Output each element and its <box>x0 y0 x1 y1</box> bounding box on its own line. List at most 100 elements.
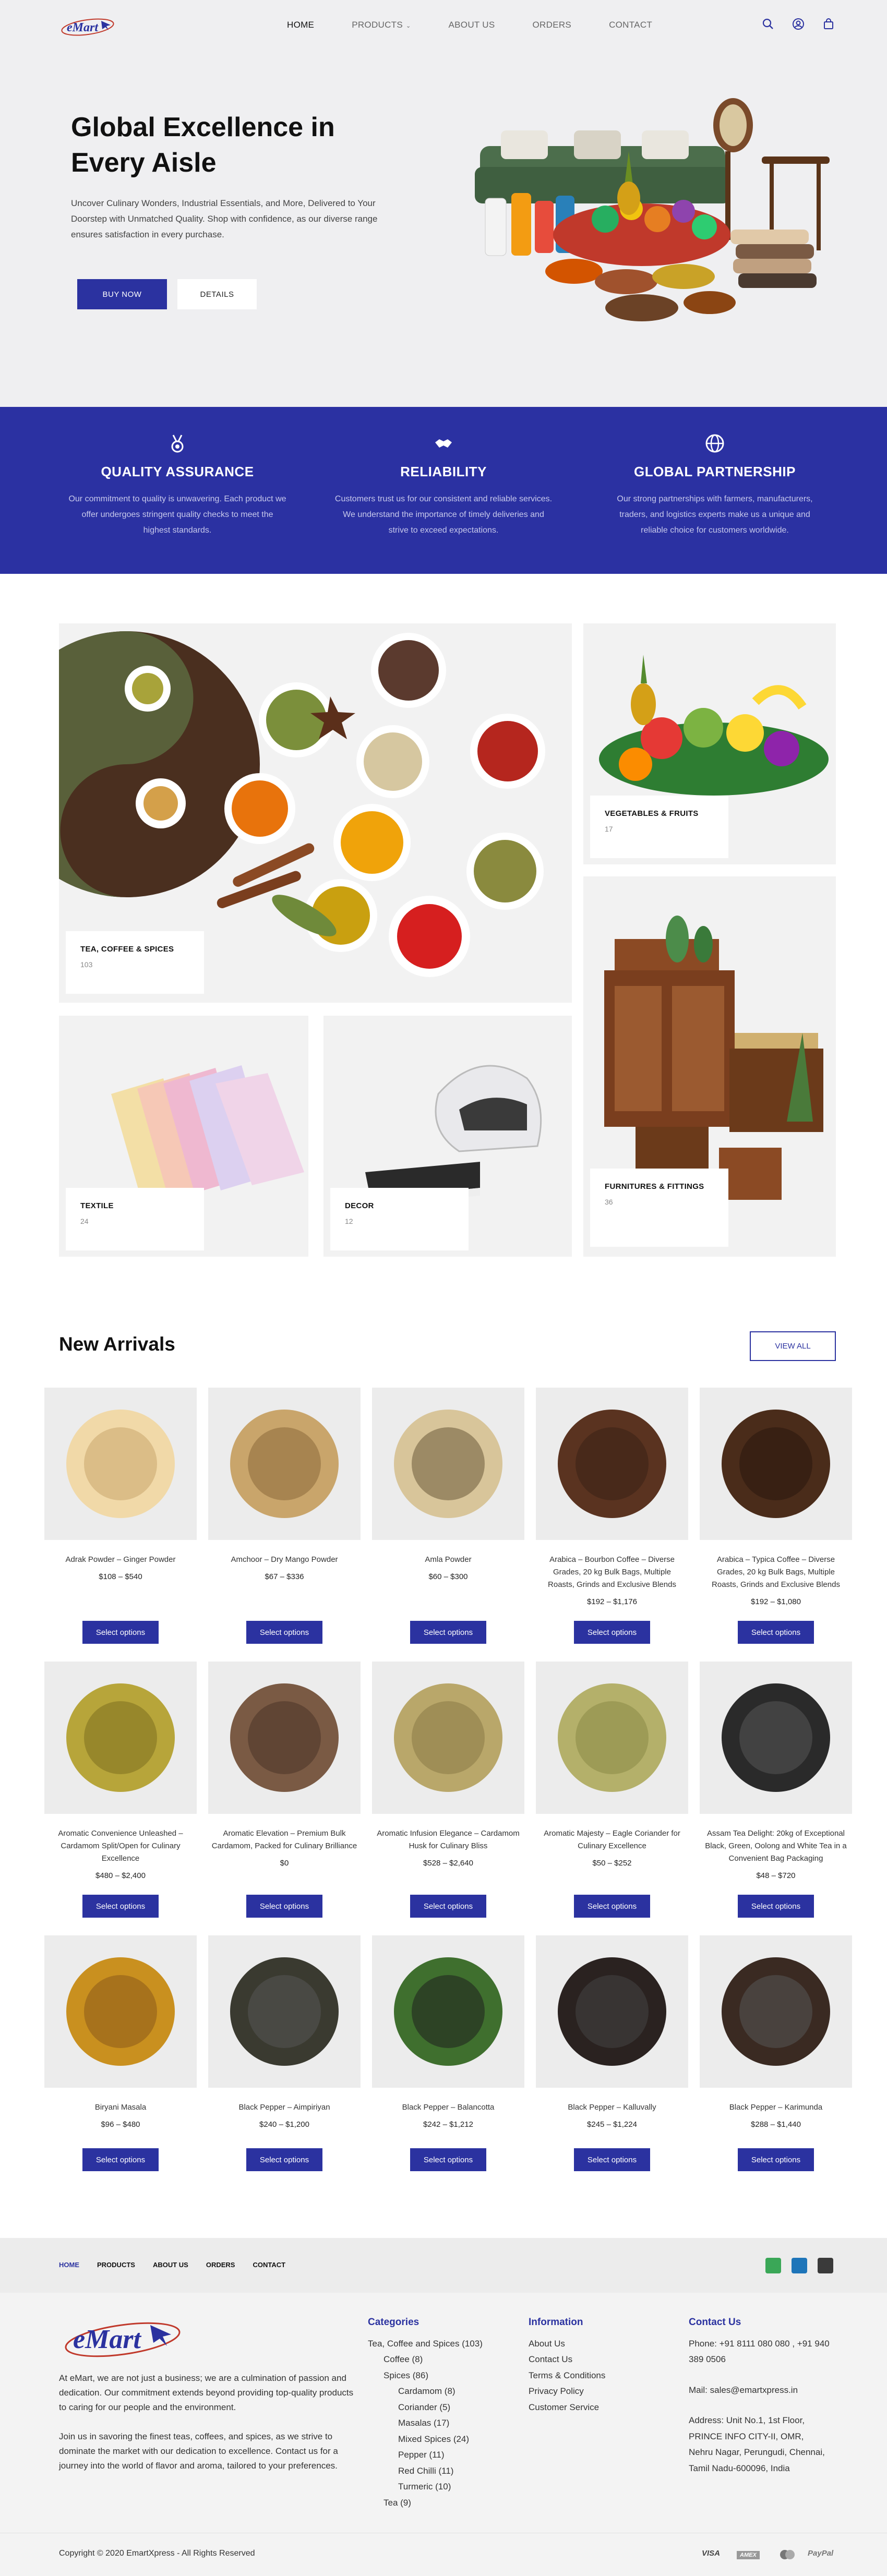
account-icon[interactable] <box>792 18 805 30</box>
category-tile-tea-coffee-spices[interactable]: TEA, COFFEE & SPICES 103 <box>59 623 572 1003</box>
select-options-button[interactable]: Select options <box>246 1621 322 1644</box>
buy-now-button[interactable]: BUY NOW <box>77 279 167 309</box>
product-card[interactable]: Amla Powder $60 – $300 Select options <box>372 1388 524 1648</box>
footer-nav-products[interactable]: PRODUCTS <box>97 2261 135 2269</box>
product-image[interactable] <box>44 1388 197 1540</box>
product-image[interactable] <box>208 1388 361 1540</box>
product-image[interactable] <box>44 1935 197 2088</box>
product-name[interactable]: Arabica – Typica Coffee – Diverse Grades… <box>700 1554 852 1591</box>
select-options-button[interactable]: Select options <box>574 1895 650 1918</box>
footer-category-link[interactable]: Cardamom (8) <box>368 2384 514 2400</box>
product-name[interactable]: Adrak Powder – Ginger Powder <box>44 1554 197 1566</box>
category-tile-vegetables-fruits[interactable]: VEGETABLES & FRUITS 17 <box>583 623 836 864</box>
nav-home[interactable]: HOME <box>287 20 314 30</box>
emart-logo[interactable]: eMart <box>58 15 121 38</box>
select-options-button[interactable]: Select options <box>82 1895 159 1918</box>
select-options-button[interactable]: Select options <box>410 1895 486 1918</box>
product-card[interactable]: Aromatic Majesty – Eagle Coriander for C… <box>536 1662 688 1922</box>
footer-category-link[interactable]: Mixed Spices (24) <box>368 2431 514 2448</box>
product-card[interactable]: Adrak Powder – Ginger Powder $108 – $540 S… <box>44 1388 197 1648</box>
product-card[interactable]: Black Pepper – Aimpiriyan $240 – $1,200 Se… <box>208 1935 361 2175</box>
product-image[interactable] <box>44 1662 197 1814</box>
product-card[interactable]: Assam Tea Delight: 20kg of Exceptional B… <box>700 1662 852 1922</box>
instagram-icon[interactable] <box>818 2258 833 2273</box>
select-options-button[interactable]: Select options <box>738 2148 814 2171</box>
footer-nav-contact[interactable]: CONTACT <box>253 2261 285 2269</box>
footer-nav-home[interactable]: HOME <box>59 2261 79 2269</box>
footer-category-link[interactable]: Pepper (11) <box>368 2447 514 2463</box>
product-name[interactable]: Assam Tea Delight: 20kg of Exceptional B… <box>700 1827 852 1865</box>
product-image[interactable] <box>700 1662 852 1814</box>
nav-contact[interactable]: CONTACT <box>609 20 652 30</box>
product-card[interactable]: Amchoor – Dry Mango Powder $67 – $336 Sele… <box>208 1388 361 1648</box>
select-options-button[interactable]: Select options <box>246 1895 322 1918</box>
product-name[interactable]: Aromatic Convenience Unleashed – Cardamo… <box>44 1827 197 1865</box>
select-options-button[interactable]: Select options <box>574 1621 650 1644</box>
footer-nav-orders[interactable]: ORDERS <box>206 2261 235 2269</box>
product-name[interactable]: Black Pepper – Karimunda <box>700 2101 852 2114</box>
product-name[interactable]: Amchoor – Dry Mango Powder <box>208 1554 361 1566</box>
product-card[interactable]: Arabica – Typica Coffee – Diverse Grades… <box>700 1388 852 1648</box>
footer-category-link[interactable]: Turmeric (10) <box>368 2479 514 2495</box>
product-card[interactable]: Biryani Masala $96 – $480 Select options <box>44 1935 197 2175</box>
category-tile-furnitures-fittings[interactable]: FURNITURES & FITTINGS 36 <box>583 876 836 1257</box>
select-options-button[interactable]: Select options <box>574 2148 650 2171</box>
nav-orders[interactable]: ORDERS <box>533 20 572 30</box>
details-button[interactable]: DETAILS <box>177 279 257 309</box>
search-icon[interactable] <box>762 18 774 30</box>
select-options-button[interactable]: Select options <box>738 1895 814 1918</box>
product-image[interactable] <box>208 1935 361 2088</box>
product-image[interactable] <box>536 1662 688 1814</box>
product-card[interactable]: Black Pepper – Balancotta $242 – $1,212 Se… <box>372 1935 524 2175</box>
product-image[interactable] <box>536 1388 688 1540</box>
footer-link[interactable]: Customer Service <box>529 2400 664 2416</box>
product-card[interactable]: Aromatic Infusion Elegance – Cardamom Hu… <box>372 1662 524 1922</box>
footer-logo[interactable]: eMart <box>57 2314 193 2361</box>
footer-mail[interactable]: Mail: sales@emartxpress.in <box>689 2382 830 2399</box>
nav-about[interactable]: ABOUT US <box>449 20 495 30</box>
footer-category-link[interactable]: Coffee (8) <box>368 2352 514 2368</box>
select-options-button[interactable]: Select options <box>410 2148 486 2171</box>
product-card[interactable]: Black Pepper – Karimunda $288 – $1,440 Sel… <box>700 1935 852 2175</box>
footer-category-link[interactable]: Masalas (17) <box>368 2415 514 2431</box>
category-tile-decor[interactable]: DECOR 12 <box>323 1016 572 1257</box>
product-name[interactable]: Aromatic Elevation – Premium Bulk Cardam… <box>208 1827 361 1852</box>
product-image[interactable] <box>372 1388 524 1540</box>
footer-nav-about[interactable]: ABOUT US <box>153 2261 188 2269</box>
cart-icon[interactable] <box>822 18 835 30</box>
product-name[interactable]: Black Pepper – Kalluvally <box>536 2101 688 2114</box>
product-image[interactable] <box>700 1935 852 2088</box>
linkedin-icon[interactable] <box>792 2258 807 2273</box>
product-name[interactable]: Arabica – Bourbon Coffee – Diverse Grade… <box>536 1554 688 1591</box>
product-image[interactable] <box>536 1935 688 2088</box>
select-options-button[interactable]: Select options <box>246 2148 322 2171</box>
select-options-button[interactable]: Select options <box>82 1621 159 1644</box>
product-card[interactable]: Aromatic Elevation – Premium Bulk Cardam… <box>208 1662 361 1922</box>
footer-category-link[interactable]: Spices (86) <box>368 2368 514 2384</box>
footer-link[interactable]: Terms & Conditions <box>529 2368 664 2384</box>
whatsapp-icon[interactable] <box>765 2258 781 2273</box>
product-name[interactable]: Amla Powder <box>372 1554 524 1566</box>
product-card[interactable]: Arabica – Bourbon Coffee – Diverse Grade… <box>536 1388 688 1648</box>
product-card[interactable]: Aromatic Convenience Unleashed – Cardamo… <box>44 1662 197 1922</box>
product-image[interactable] <box>372 1662 524 1814</box>
select-options-button[interactable]: Select options <box>82 2148 159 2171</box>
product-image[interactable] <box>208 1662 361 1814</box>
nav-products[interactable]: PRODUCTS ⌄ <box>352 20 411 30</box>
footer-category-link[interactable]: Tea, Coffee and Spices (103) <box>368 2336 514 2352</box>
select-options-button[interactable]: Select options <box>738 1621 814 1644</box>
product-name[interactable]: Biryani Masala <box>44 2101 197 2114</box>
product-name[interactable]: Black Pepper – Balancotta <box>372 2101 524 2114</box>
footer-category-link[interactable]: Red Chilli (11) <box>368 2463 514 2479</box>
product-name[interactable]: Black Pepper – Aimpiriyan <box>208 2101 361 2114</box>
product-name[interactable]: Aromatic Majesty – Eagle Coriander for C… <box>536 1827 688 1852</box>
footer-link[interactable]: Contact Us <box>529 2352 664 2368</box>
category-tile-textile[interactable]: TEXTILE 24 <box>59 1016 308 1257</box>
footer-link[interactable]: About Us <box>529 2336 664 2352</box>
product-image[interactable] <box>700 1388 852 1540</box>
footer-category-link[interactable]: Coriander (5) <box>368 2400 514 2416</box>
select-options-button[interactable]: Select options <box>410 1621 486 1644</box>
view-all-button[interactable]: VIEW ALL <box>750 1331 836 1361</box>
footer-link[interactable]: Privacy Policy <box>529 2384 664 2400</box>
product-image[interactable] <box>372 1935 524 2088</box>
